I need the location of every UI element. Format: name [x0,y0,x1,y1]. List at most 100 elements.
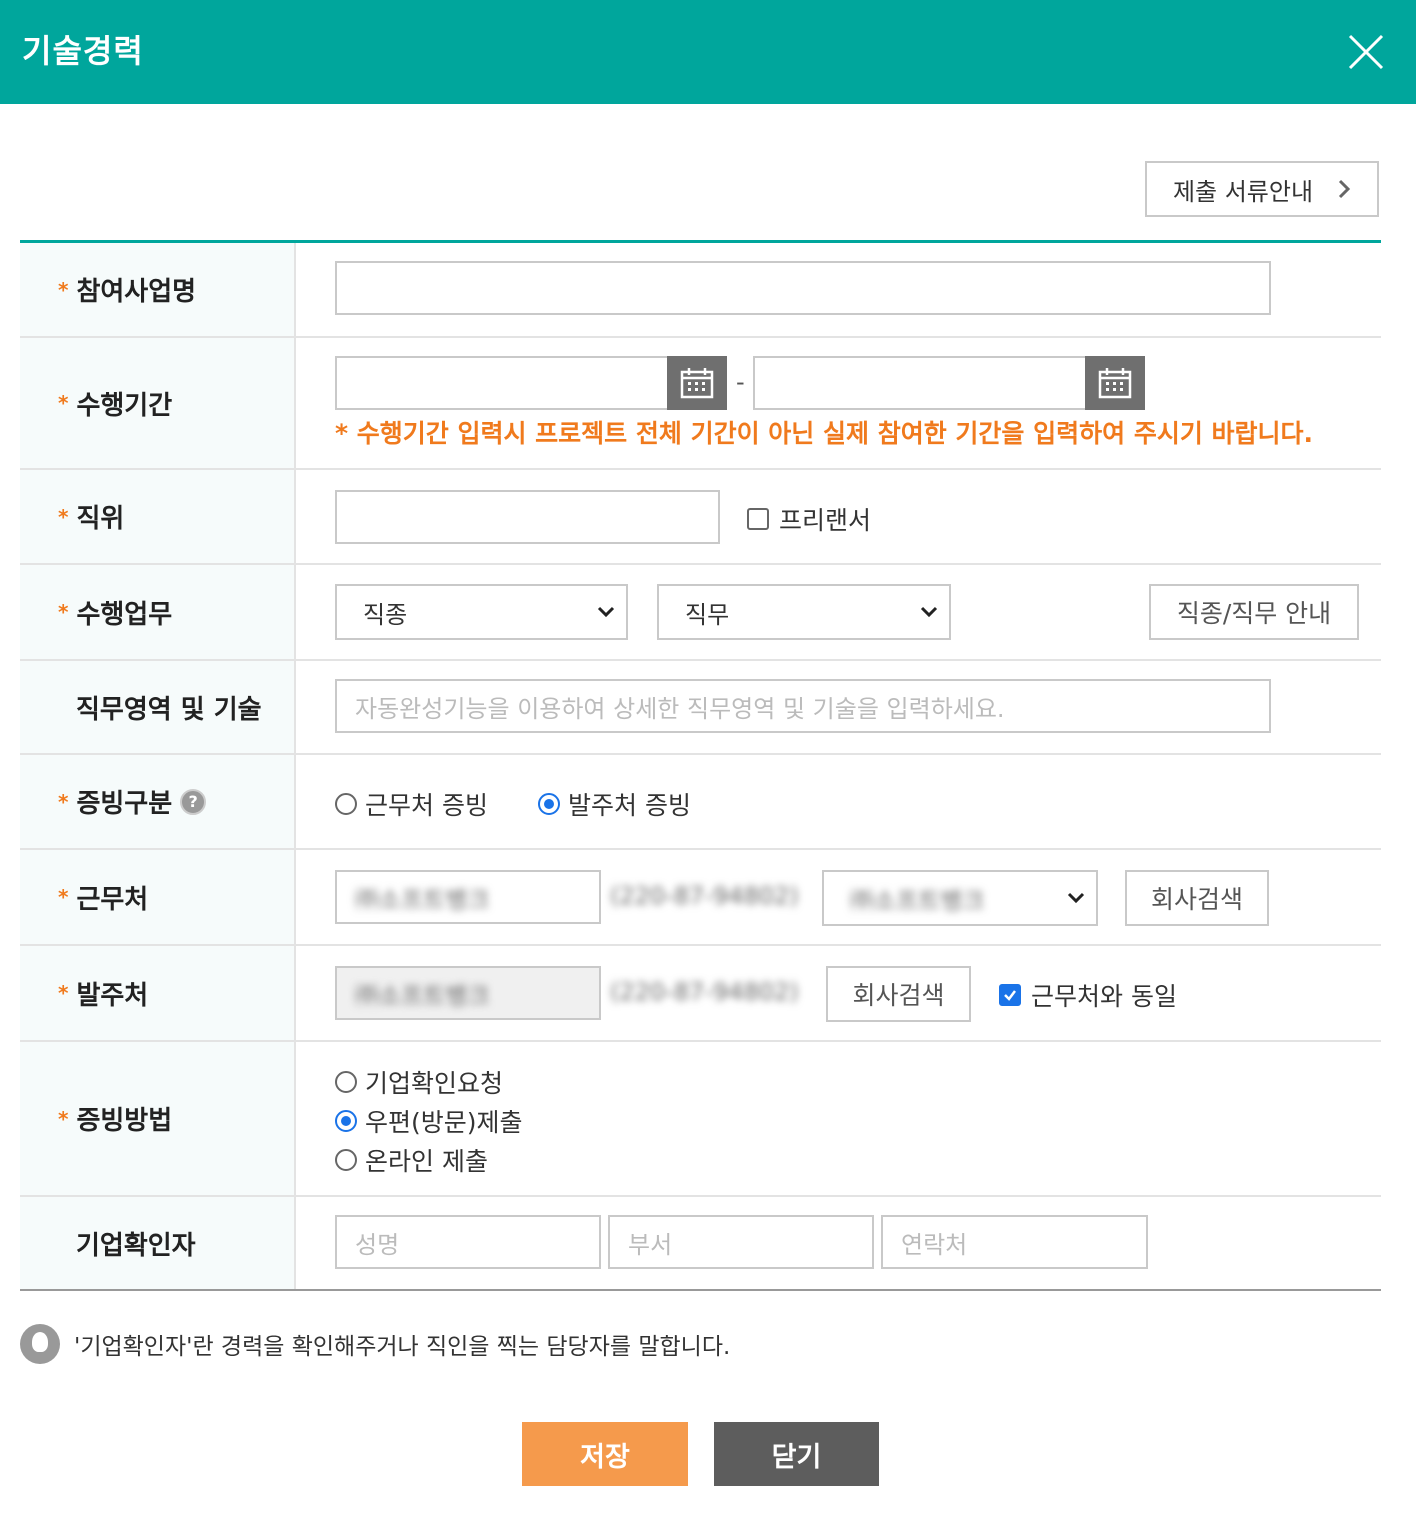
radio-dot[interactable] [335,793,357,815]
label-confirmer: 기업확인자 [20,1197,296,1289]
modal-title: 기술경력 [22,32,144,70]
row-skills: 직무영역 및 기술 자동완성기능을 이용하여 상세한 직무영역 및 기술을 입력… [20,661,1381,755]
calendar-icon[interactable] [667,356,727,410]
radio-dot[interactable] [335,1149,357,1171]
save-button[interactable]: 저장 [522,1422,688,1486]
required-mark: * [58,504,69,529]
required-mark: * [58,277,69,302]
label-project-name: * 참여사업명 [20,243,296,336]
proof-method-company-radio[interactable]: 기업확인요청 [335,1064,503,1100]
required-mark: * [58,391,69,415]
label-text: 증빙구분 [76,789,173,819]
label-workplace: * 근무처 [20,850,296,944]
label-text: 발주처 [76,980,149,1011]
calendar-icon[interactable] [1085,356,1145,410]
period-separator: - [736,368,745,396]
row-proof-method: * 증빙방법 기업확인요청 우편(방문)제출 온라인 제출 [20,1042,1381,1197]
period-notice: * 수행기간 입력시 프로젝트 전체 기간이 아닌 실제 참여한 기간을 입력하… [335,419,1314,448]
close-button[interactable]: 닫기 [714,1422,879,1486]
job-type-value: 직종 [363,600,408,629]
workplace-select-value: ㈜소프트뱅크 [850,886,985,915]
same-as-workplace-checkbox[interactable]: 근무처와 동일 [999,977,1177,1013]
required-mark: * [58,600,69,624]
chevron-down-icon [1067,892,1085,904]
radio-dot[interactable] [335,1110,357,1132]
document-guide-label: 제출 서류안내 [1172,177,1314,206]
label-duty: * 수행업무 [20,565,296,659]
career-form: * 참여사업명 * 수행기간 - * 수행기간 입력시 프로젝트 전체 기간이 아닌… [20,240,1381,1291]
workplace-biz-no: (220-87-94802) [610,882,799,910]
required-mark: * [58,789,69,814]
label-text: 참여사업명 [76,277,197,307]
confirmer-dept-input[interactable]: 부서 [608,1215,874,1269]
workplace-company-input[interactable]: ㈜소프트뱅크 [335,870,601,924]
row-confirmer: 기업확인자 성명 부서 연락처 [20,1197,1381,1289]
orderer-search-button[interactable]: 회사검색 [826,966,971,1022]
row-project-name: * 참여사업명 [20,243,1381,338]
confirmer-contact-input[interactable]: 연락처 [881,1215,1148,1269]
skills-input[interactable]: 자동완성기능을 이용하여 상세한 직무영역 및 기술을 입력하세요. [335,679,1271,733]
period-end-input[interactable] [753,356,1087,410]
row-proof-type: * 증빙구분? 근무처 증빙 발주처 증빙 [20,755,1381,850]
row-period: * 수행기간 - * 수행기간 입력시 프로젝트 전체 기간이 아닌 실제 참여한… [20,338,1381,470]
freelancer-label: 프리랜서 [779,506,872,535]
label-text: 수행업무 [76,599,173,630]
orderer-company-input: ㈜소프트뱅크 [335,966,601,1020]
modal-header: 기술경력 [0,0,1416,104]
workplace-select[interactable]: ㈜소프트뱅크 [822,870,1098,926]
proof-method-mail-radio[interactable]: 우편(방문)제출 [335,1103,523,1139]
chevron-down-icon [920,606,938,618]
period-start-input[interactable] [335,356,669,410]
tip-text: '기업확인자'란 경력을 확인해주거나 직인을 찍는 담당자를 말합니다. [74,1334,731,1360]
job-guide-button[interactable]: 직종/직무 안내 [1149,584,1359,640]
position-input[interactable] [335,490,720,544]
label-proof-method: * 증빙방법 [20,1042,296,1195]
job-select[interactable]: 직무 [657,584,951,640]
close-icon[interactable] [1346,32,1386,72]
orderer-company-value: ㈜소프트뱅크 [355,981,490,1010]
help-icon[interactable]: ? [180,788,207,815]
proof-method-online-radio[interactable]: 온라인 제출 [335,1142,488,1178]
proof-type-workplace-radio[interactable]: 근무처 증빙 [335,786,488,822]
radio-label: 발주처 증빙 [568,791,691,820]
radio-dot[interactable] [538,793,560,815]
radio-dot[interactable] [335,1071,357,1093]
document-guide-button[interactable]: 제출 서류안내 [1145,161,1379,217]
project-name-input[interactable] [335,261,1271,315]
lightbulb-icon [20,1324,60,1364]
label-text: 직위 [76,504,125,534]
row-workplace: * 근무처 ㈜소프트뱅크 (220-87-94802) ㈜소프트뱅크 회사검색 [20,850,1381,946]
label-orderer: * 발주처 [20,946,296,1040]
radio-label: 근무처 증빙 [365,791,488,820]
radio-label: 온라인 제출 [365,1147,488,1176]
workplace-company-value: ㈜소프트뱅크 [355,885,490,914]
label-text: 근무처 [76,884,149,915]
required-mark: * [58,1106,69,1131]
label-skills: 직무영역 및 기술 [20,661,296,753]
row-orderer: * 발주처 ㈜소프트뱅크 (220-87-94802) 회사검색 근무처와 동일 [20,946,1381,1042]
proof-type-orderer-radio[interactable]: 발주처 증빙 [538,786,691,822]
row-position: * 직위 프리랜서 [20,470,1381,565]
same-as-workplace-label: 근무처와 동일 [1031,982,1177,1011]
radio-label: 기업확인요청 [365,1069,504,1098]
radio-label: 우편(방문)제출 [365,1108,523,1137]
checkbox-box[interactable] [747,508,769,530]
row-duty: * 수행업무 직종 직무 직종/직무 안내 [20,565,1381,661]
label-position: * 직위 [20,470,296,563]
label-proof-type: * 증빙구분? [20,755,296,848]
freelancer-checkbox[interactable]: 프리랜서 [747,501,871,537]
label-text: 수행기간 [76,390,173,421]
confirmer-tip: '기업확인자'란 경력을 확인해주거나 직인을 찍는 담당자를 말합니다. [20,1324,730,1364]
required-mark: * [58,981,69,1005]
checkbox-box[interactable] [999,984,1021,1006]
chevron-right-icon [1338,179,1351,199]
required-mark: * [58,885,69,909]
job-type-select[interactable]: 직종 [335,584,628,640]
chevron-down-icon [597,606,615,618]
workplace-search-button[interactable]: 회사검색 [1125,870,1269,926]
label-text: 증빙방법 [76,1106,173,1136]
confirmer-name-input[interactable]: 성명 [335,1215,601,1269]
orderer-biz-no: (220-87-94802) [610,978,799,1006]
job-value: 직무 [685,600,730,629]
label-period: * 수행기간 [20,338,296,468]
